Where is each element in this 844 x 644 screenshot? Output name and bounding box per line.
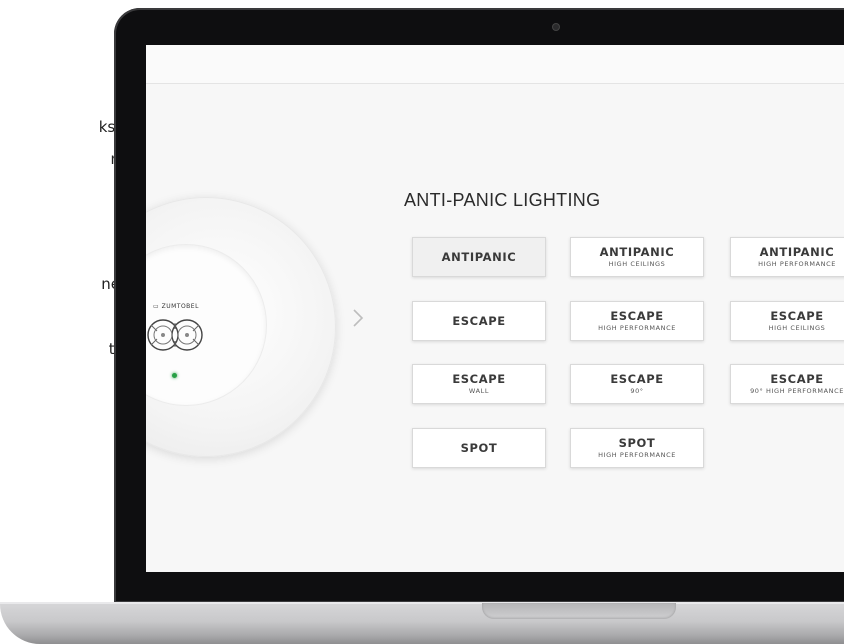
option-sublabel: HIGH PERFORMANCE (598, 450, 676, 459)
laptop-base (0, 602, 844, 644)
option-escape-90-button[interactable]: ESCAPE 90° (570, 364, 704, 404)
option-antipanic-high-performance-button[interactable]: ANTIPANIC HIGH PERFORMANCE (730, 237, 844, 277)
status-led (172, 373, 177, 378)
option-label: SPOT (460, 440, 498, 455)
option-label: ANTIPANIC (599, 244, 675, 259)
option-escape-button[interactable]: ESCAPE (412, 301, 546, 341)
camera-icon (553, 24, 559, 30)
option-spot-high-performance-button[interactable]: SPOT HIGH PERFORMANCE (570, 428, 704, 468)
option-label: ESCAPE (770, 308, 824, 323)
option-escape-90-high-performance-button[interactable]: ESCAPE 90° HIGH PERFORMANCE (730, 364, 844, 404)
product-image: ▭ ZUMTOBEL (146, 197, 336, 457)
option-sublabel: HIGH PERFORMANCE (598, 323, 676, 332)
option-label: ESCAPE (770, 371, 824, 386)
lamp-brand-label: ▭ ZUMTOBEL (153, 303, 199, 310)
app-screen: ▭ ZUMTOBEL ANTI-PANIC LIGHTING ANTIPANIC… (146, 45, 844, 572)
option-sublabel: HIGH PERFORMANCE (758, 259, 836, 268)
option-escape-high-ceilings-button[interactable]: ESCAPE HIGH CEILINGS (730, 301, 844, 341)
laptop-base-edge (0, 602, 844, 604)
option-label: ANTIPANIC (759, 244, 835, 259)
option-label: ESCAPE (452, 313, 506, 328)
page-title: ANTI-PANIC LIGHTING (404, 190, 601, 210)
option-label: SPOT (618, 435, 656, 450)
laptop-notch (482, 603, 676, 619)
option-antipanic-high-ceilings-button[interactable]: ANTIPANIC HIGH CEILINGS (570, 237, 704, 277)
option-antipanic-button[interactable]: ANTIPANIC (412, 237, 546, 277)
option-sublabel: 90° (630, 386, 644, 395)
background-copy: ks, n . ne t- (0, 0, 120, 400)
option-label: ESCAPE (610, 308, 664, 323)
option-spot-button[interactable]: SPOT (412, 428, 546, 468)
option-sublabel: HIGH CEILINGS (768, 323, 826, 332)
option-sublabel: 90° HIGH PERFORMANCE (750, 386, 844, 395)
lens-optics-icon (147, 319, 203, 351)
option-sublabel: WALL (468, 386, 490, 395)
option-label: ANTIPANIC (441, 249, 517, 264)
option-sublabel: HIGH CEILINGS (608, 259, 666, 268)
chevron-right-icon[interactable] (352, 308, 364, 328)
lamp-ring: ▭ ZUMTOBEL (146, 245, 266, 405)
option-escape-high-performance-button[interactable]: ESCAPE HIGH PERFORMANCE (570, 301, 704, 341)
option-label: ESCAPE (452, 371, 506, 386)
top-bar (146, 45, 844, 84)
option-escape-wall-button[interactable]: ESCAPE WALL (412, 364, 546, 404)
option-label: ESCAPE (610, 371, 664, 386)
